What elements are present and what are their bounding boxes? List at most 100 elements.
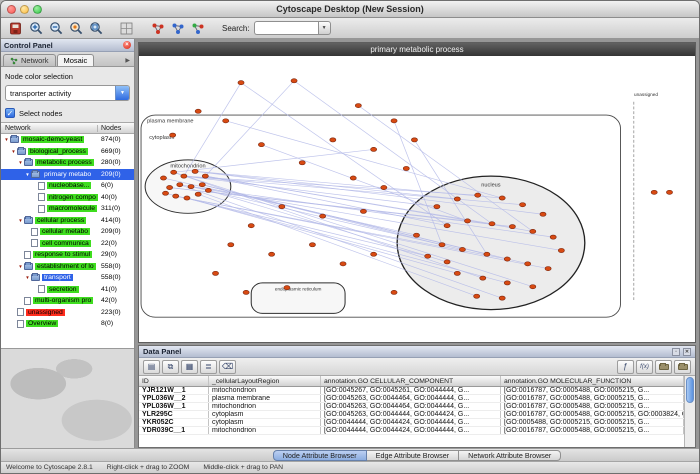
overview-thumbnail[interactable] xyxy=(1,348,134,448)
new-attribute-icon[interactable]: ▦ xyxy=(181,360,198,374)
import-network-icon[interactable] xyxy=(168,19,187,37)
tree-row[interactable]: cell communica22(0) xyxy=(1,238,134,250)
network-node[interactable] xyxy=(558,248,564,252)
network-node[interactable] xyxy=(284,286,290,290)
new-network-icon[interactable] xyxy=(148,19,167,37)
network-node[interactable] xyxy=(530,229,536,233)
network-node[interactable] xyxy=(243,290,249,294)
tree-row[interactable]: ▼metabolic process280(0) xyxy=(1,157,134,169)
network-node[interactable] xyxy=(413,233,419,237)
network-node[interactable] xyxy=(309,243,315,247)
column-header[interactable]: annotation.GO CELLULAR_COMPONENT xyxy=(321,376,501,386)
network-node[interactable] xyxy=(188,185,194,189)
tree-row[interactable]: nucleobase...6(0) xyxy=(1,180,134,192)
network-node[interactable] xyxy=(520,203,526,207)
unselect-attributes-icon[interactable]: ⧉ xyxy=(162,360,179,374)
table-row[interactable]: YKR052Ccytoplasm[GO:0044444, GO:0044424,… xyxy=(139,419,684,427)
zoom-in-icon[interactable] xyxy=(26,19,45,37)
expander-icon[interactable]: ▼ xyxy=(3,137,10,142)
network-node[interactable] xyxy=(195,109,201,113)
network-canvas[interactable]: plasma membrane cytoplasm mitochondrion … xyxy=(139,56,695,342)
network-node[interactable] xyxy=(248,224,254,228)
formula-icon[interactable]: ƒ xyxy=(617,360,634,374)
network-node[interactable] xyxy=(459,247,465,251)
tree-row[interactable]: ▼establishment of lo558(0) xyxy=(1,261,134,273)
tree-row[interactable]: ▼cellular process414(0) xyxy=(1,215,134,227)
column-header[interactable]: ID xyxy=(139,376,209,386)
network-node[interactable] xyxy=(291,79,297,83)
function-builder-icon[interactable]: f(x) xyxy=(636,360,653,374)
network-node[interactable] xyxy=(454,197,460,201)
tree-row[interactable]: ▼transport558(0) xyxy=(1,272,134,284)
tree-row[interactable]: macromolecule311(0) xyxy=(1,203,134,215)
network-node[interactable] xyxy=(484,252,490,256)
network-node[interactable] xyxy=(320,214,326,218)
search-dropdown-icon[interactable]: ▼ xyxy=(318,21,331,35)
network-node[interactable] xyxy=(454,271,460,275)
expander-icon[interactable]: ▼ xyxy=(24,275,31,280)
network-node[interactable] xyxy=(177,183,183,187)
expander-icon[interactable]: ▼ xyxy=(17,160,24,165)
expander-icon[interactable]: ▼ xyxy=(17,264,24,269)
network-node[interactable] xyxy=(192,169,198,173)
tab-scroll-right-icon[interactable]: ▶ xyxy=(125,57,132,66)
network-node[interactable] xyxy=(350,176,356,180)
expander-icon[interactable]: ▼ xyxy=(10,149,17,154)
tab-edge-attribute-browser[interactable]: Edge Attribute Browser xyxy=(367,450,460,461)
expander-icon[interactable]: ▼ xyxy=(24,172,31,177)
network-node[interactable] xyxy=(355,103,361,107)
tree-row[interactable]: response to stimul29(0) xyxy=(1,249,134,261)
tab-mosaic[interactable]: Mosaic xyxy=(57,54,95,66)
tree-row[interactable]: ▼mosaic-demo-yeast874(0) xyxy=(1,134,134,146)
network-node[interactable] xyxy=(360,209,366,213)
table-scrollbar-thumb[interactable] xyxy=(686,377,694,403)
network-node[interactable] xyxy=(223,119,229,123)
network-node[interactable] xyxy=(499,196,505,200)
network-node[interactable] xyxy=(173,194,179,198)
network-node[interactable] xyxy=(202,174,208,178)
network-node[interactable] xyxy=(371,252,377,256)
zoom-selected-icon[interactable] xyxy=(66,19,85,37)
select-nodes-checkbox[interactable]: ✓ xyxy=(5,108,15,118)
network-node[interactable] xyxy=(411,138,417,142)
table-row[interactable]: YPL036W__2plasma membrane[GO:0045263, GO… xyxy=(139,395,684,403)
tree-row[interactable]: nitrogen compo40(0) xyxy=(1,192,134,204)
load-attributes-icon[interactable] xyxy=(674,360,691,374)
network-node[interactable] xyxy=(199,183,205,187)
network-node[interactable] xyxy=(391,119,397,123)
network-node[interactable] xyxy=(170,133,176,137)
network-node[interactable] xyxy=(480,276,486,280)
network-node[interactable] xyxy=(425,254,431,258)
edit-attribute-icon[interactable]: ≣ xyxy=(200,360,217,374)
annotation-icon[interactable] xyxy=(188,19,207,37)
network-node[interactable] xyxy=(162,191,168,195)
tab-network[interactable]: Network xyxy=(3,54,56,66)
tree-row[interactable]: secretion41(0) xyxy=(1,284,134,296)
network-node[interactable] xyxy=(444,260,450,264)
network-node[interactable] xyxy=(279,205,285,209)
table-row[interactable]: YJR121W__1mitochondrion[GO:0045267, GO:0… xyxy=(139,387,684,395)
network-view-title[interactable]: primary metabolic process xyxy=(139,43,695,56)
network-node[interactable] xyxy=(475,193,481,197)
network-node[interactable] xyxy=(258,143,264,147)
network-node[interactable] xyxy=(340,262,346,266)
network-node[interactable] xyxy=(403,166,409,170)
import-attributes-icon[interactable] xyxy=(655,360,672,374)
tree-row[interactable]: multi-organism pro42(0) xyxy=(1,295,134,307)
network-node[interactable] xyxy=(489,222,495,226)
tab-network-attribute-browser[interactable]: Network Attribute Browser xyxy=(459,450,561,461)
data-panel-close-icon[interactable]: ✕ xyxy=(683,348,691,356)
color-attribute-dropdown[interactable]: transporter activity ▼ xyxy=(5,85,130,101)
tree-row[interactable]: ▼biological_process669(0) xyxy=(1,146,134,158)
delete-attribute-icon[interactable]: ⌫ xyxy=(219,360,236,374)
network-node[interactable] xyxy=(550,235,556,239)
network-node[interactable] xyxy=(666,190,672,194)
zoom-window-icon[interactable] xyxy=(33,5,42,14)
search-input[interactable] xyxy=(254,21,318,35)
save-session-icon[interactable] xyxy=(6,19,25,37)
network-node[interactable] xyxy=(205,188,211,192)
minimize-window-icon[interactable] xyxy=(20,5,29,14)
column-header[interactable]: _cellularLayoutRegion xyxy=(209,376,321,386)
table-scrollbar[interactable] xyxy=(684,376,695,447)
tree-column-nodes[interactable]: Nodes xyxy=(98,125,134,132)
